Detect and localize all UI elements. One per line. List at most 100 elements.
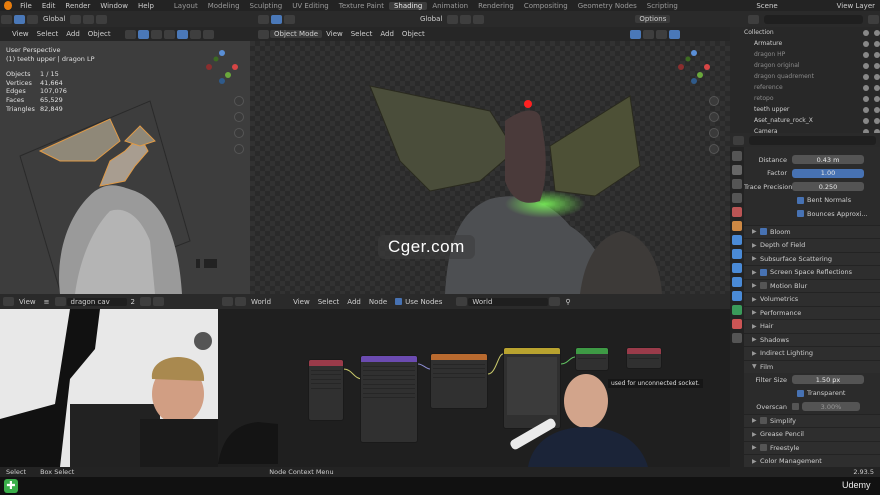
main-proportional-icon[interactable] (473, 14, 485, 24)
main-pivot-icon[interactable] (447, 14, 459, 24)
select-tool-icon[interactable] (14, 14, 25, 24)
eye-icon[interactable] (863, 117, 869, 124)
snap-icon[interactable] (83, 14, 95, 24)
tab-texture-paint[interactable]: Texture Paint (334, 2, 389, 10)
tab-shading[interactable]: Shading (388, 1, 428, 10)
eye-icon[interactable] (863, 51, 869, 58)
shader-type-dropdown[interactable]: World (247, 298, 275, 306)
outliner-row-dragon-hp[interactable]: dragon HP (730, 49, 880, 60)
scene-tab-icon[interactable] (732, 207, 742, 217)
material-tab-icon[interactable] (732, 319, 742, 329)
panel-hair[interactable]: ▶ Hair (744, 319, 880, 333)
camera-icon[interactable] (874, 84, 880, 91)
image-hamburger-icon[interactable]: ≡ (40, 298, 54, 306)
pivot-icon[interactable] (70, 14, 82, 24)
panel-film[interactable]: ▼ Film (744, 359, 880, 373)
overscan-checkbox[interactable] (792, 403, 799, 411)
main-snap-icon[interactable] (460, 14, 472, 24)
tab-scripting[interactable]: Scripting (642, 2, 683, 10)
main-menu-view[interactable]: View (322, 30, 347, 38)
panel-color-management[interactable]: ▶ Color Management (744, 454, 880, 468)
tab-modeling[interactable]: Modeling (203, 2, 245, 10)
eye-icon[interactable] (863, 73, 869, 80)
panel-indirect-lighting[interactable]: ▶ Indirect Lighting (744, 346, 880, 360)
camera-view-icon[interactable] (234, 128, 244, 138)
node-menu-node[interactable]: Node (365, 298, 391, 306)
node-world-output[interactable] (626, 347, 662, 369)
orientation-dropdown[interactable]: Global (39, 15, 69, 23)
camera-icon[interactable] (874, 29, 880, 36)
use-nodes-checkbox[interactable] (395, 298, 403, 305)
image-name-field[interactable]: dragon cav (66, 297, 127, 306)
left-menu-add[interactable]: Add (62, 30, 84, 38)
bent-normals-checkbox[interactable] (797, 196, 804, 204)
outliner-row-dragon-original[interactable]: dragon original (730, 60, 880, 71)
blender-logo-icon[interactable] (4, 1, 13, 10)
trace-precision-field[interactable]: 0.250 (792, 182, 864, 192)
main-navigation-gizmo-icon[interactable] (676, 49, 712, 85)
main-rendered-icon[interactable] (668, 29, 680, 39)
overscan-field[interactable]: 3.00% (802, 402, 860, 412)
texture-tab-icon[interactable] (732, 333, 742, 343)
image-view-menu[interactable]: View (15, 298, 40, 306)
scene-selector[interactable]: Scene (751, 2, 782, 10)
panel-volumetrics[interactable]: ▶ Volumetrics (744, 292, 880, 306)
menu-help[interactable]: Help (133, 2, 159, 10)
panel-bloom[interactable]: ▶ Bloom (744, 224, 880, 238)
node-menu-add[interactable]: Add (343, 298, 365, 306)
main-menu-add[interactable]: Add (376, 30, 398, 38)
main-shading-icon[interactable] (655, 29, 667, 39)
tab-compositing[interactable]: Compositing (519, 2, 573, 10)
eye-icon[interactable] (863, 84, 869, 91)
main-menu-object[interactable]: Object (398, 30, 429, 38)
left-menu-object[interactable]: Object (84, 30, 115, 38)
node-menu-select[interactable]: Select (314, 298, 344, 306)
left-menu-select[interactable]: Select (33, 30, 63, 38)
filter-size-field[interactable]: 1.50 px (792, 375, 864, 385)
main-select-tool-icon[interactable] (271, 14, 282, 24)
outliner-row-teeth-upper[interactable]: teeth upper (730, 104, 880, 115)
node-texture-coordinate[interactable] (308, 359, 344, 421)
modifier-tab-icon[interactable] (732, 249, 742, 259)
menu-edit[interactable]: Edit (37, 2, 61, 10)
image-slot[interactable]: 2 (127, 298, 139, 306)
panel-motion-blur[interactable]: ▶ Motion Blur (744, 278, 880, 292)
outliner-row-collection[interactable]: Collection (730, 27, 880, 38)
main-orientation-dropdown[interactable]: Global (416, 15, 446, 23)
navigation-gizmo-icon[interactable] (204, 49, 240, 85)
menu-window[interactable]: Window (95, 2, 133, 10)
panel-simplify[interactable]: ▶ Simplify (744, 413, 880, 427)
outliner-funnel-icon[interactable] (868, 14, 879, 24)
distance-field[interactable]: 0.43 m (792, 155, 864, 165)
main-xray-icon[interactable] (642, 29, 654, 39)
outliner-row-rock[interactable]: Aset_nature_rock_X (730, 115, 880, 126)
main-transform-icon[interactable] (284, 14, 295, 24)
mode-icon[interactable] (258, 29, 269, 39)
constraints-tab-icon[interactable] (732, 291, 742, 301)
add-plus-icon[interactable]: ✚ (4, 479, 18, 493)
eye-icon[interactable] (863, 62, 869, 69)
fake-user-icon[interactable] (549, 297, 561, 306)
main-pan-hand-icon[interactable] (709, 112, 719, 122)
camera-icon[interactable] (874, 95, 880, 102)
zoom-icon[interactable] (234, 96, 244, 106)
image-new-icon[interactable] (139, 297, 151, 306)
tab-uv-editing[interactable]: UV Editing (287, 2, 334, 10)
eye-icon[interactable] (863, 106, 869, 113)
options-dropdown[interactable]: Options (635, 15, 671, 23)
panel-grease-pencil[interactable]: ▶ Grease Pencil (744, 427, 880, 441)
eye-icon[interactable] (863, 29, 869, 36)
world-type-icon[interactable] (235, 297, 246, 306)
main-menu-select[interactable]: Select (347, 30, 377, 38)
left-viewport[interactable]: User Perspective (1) teeth upper | drago… (0, 41, 250, 294)
world-name-field[interactable]: World (468, 297, 549, 306)
world-browse-icon[interactable] (456, 297, 468, 306)
visibility-icon[interactable] (124, 29, 136, 39)
factor-field[interactable]: 1.00 (792, 168, 864, 178)
menu-render[interactable]: Render (60, 2, 95, 10)
outliner-row-armature[interactable]: Armature (730, 38, 880, 49)
shading-wire-icon[interactable] (163, 29, 175, 39)
image-open-icon[interactable] (152, 297, 164, 306)
properties-search-input[interactable] (749, 135, 876, 145)
world-tab-icon[interactable] (732, 221, 742, 231)
